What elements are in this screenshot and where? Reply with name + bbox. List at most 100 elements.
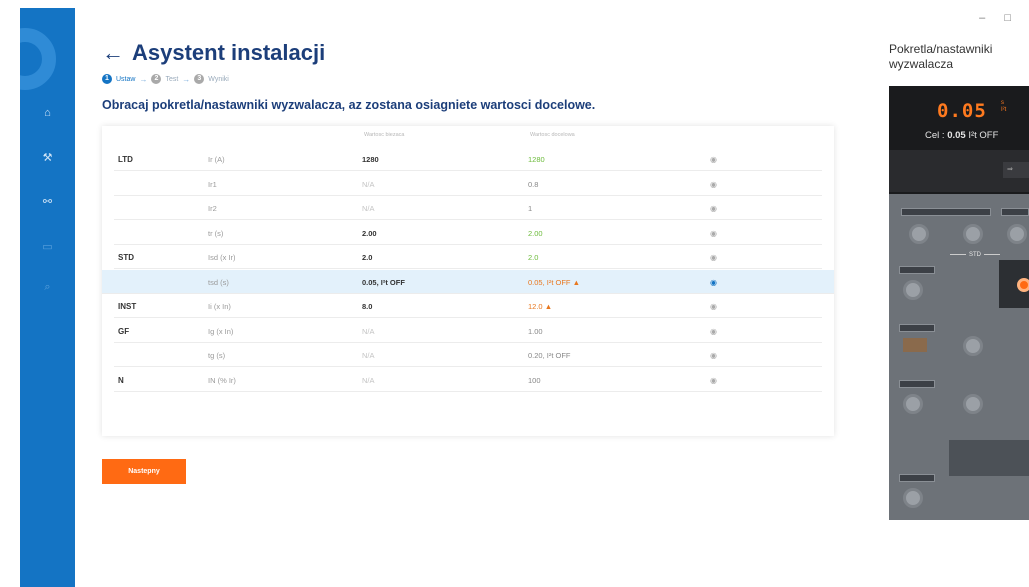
dial-knob [1007,224,1027,244]
row-target-value: 0.20, I²t OFF [528,351,571,360]
std-label: STD [947,252,1003,258]
row-group-label: INST [118,302,137,311]
back-arrow-icon[interactable]: ← [102,40,124,66]
eye-icon[interactable]: ◉ [710,327,717,336]
row-parameter: IN (% Ir) [208,375,236,385]
eye-icon[interactable]: ◉ [710,376,717,385]
row-group-label: LTD [118,155,133,164]
target-value-text: 2.0 [528,253,539,262]
dial-knob [963,224,983,244]
target-prefix: Cel : [925,130,948,141]
target-value-text: 1280 [528,155,545,164]
eye-icon[interactable]: ◉ [710,278,717,287]
active-dial-knob [1017,278,1029,292]
row-parameter: Isd (x Ir) [208,253,236,262]
app-window: ⌂ ⚒ ⚯ ▭ ⌕ – □ ← Asystent instalacji 1 Ustaw → 2… [0,0,1029,587]
table-row[interactable]: INST Ii (x In) 8.0 12.0 ▲ ◉ [114,294,822,318]
row-current-value: N/A [362,326,375,336]
target-value-text: 0.05, I²t OFF [528,277,571,287]
eye-icon[interactable]: ◉ [710,302,717,311]
target-value-text: 12.0 [528,302,543,311]
column-header-target: Wartosc docelowa [530,132,575,138]
row-current-value: N/A [362,204,375,213]
table-row[interactable]: GF Ig (x In) N/A 1.00 ◉ [114,319,822,343]
readout-unit-bottom: I²t [1001,107,1007,113]
row-target-value: 12.0 ▲ [528,302,552,311]
minimize-button[interactable]: – [979,12,993,24]
row-parameter: Ig (x In) [208,326,234,336]
step-2-label: Test [165,75,179,83]
target-value-text: 1.00 [528,326,543,336]
readout-unit: s I²t [1001,100,1006,114]
trip-unit-faceplate: STD [889,194,1029,520]
step-2-number: 2 [151,74,162,84]
step-arrow-icon: → [182,74,191,84]
dial-knob [909,224,929,244]
target-readout: Cel : 0.05 I²t OFF [925,130,998,141]
settings-table: Wartosc biezaca Wartosc docelowa LTD Ir (… [102,126,834,436]
row-current-value: 8.0 [362,302,373,311]
row-current-value: 0.05, I²t OFF [362,277,405,287]
row-target-value: 100 [528,376,541,385]
table-row[interactable]: Ir2 N/A 1 ◉ [114,196,822,220]
home-icon[interactable]: ⌂ [20,105,75,121]
restore-button[interactable]: □ [1004,12,1019,24]
step-indicator: 1 Ustaw → 2 Test → 3 Wyniki [102,74,229,84]
eye-icon[interactable]: ◉ [710,253,717,262]
step-arrow-icon: → [139,74,148,84]
search-icon[interactable]: ⌕ [20,279,75,295]
row-target-value: 1 [528,204,532,213]
target-suffix: I²t OFF [965,130,999,141]
step-3-number: 3 [194,74,205,84]
target-value-text: 0.8 [528,179,539,189]
window-controls: – □ [979,12,1019,24]
tool-icon[interactable]: ▭ [20,239,75,255]
trip-unit-display: 0.05 s I²t Cel : 0.05 I²t OFF ⇒ [889,86,1029,194]
row-current-value: N/A [362,351,375,360]
page-title: Asystent instalacji [132,40,326,65]
table-row[interactable]: tr (s) 2.00 2.00 ◉ [114,221,822,245]
link-icon[interactable]: ⚯ [20,194,75,210]
table-row[interactable]: STD Isd (x Ir) 2.0 2.0 ◉ [114,245,822,269]
table-row[interactable]: LTD Ir (A) 1280 1280 ◉ [114,147,822,171]
row-group-label: GF [118,326,130,336]
eye-icon[interactable]: ◉ [710,180,717,189]
wrench-icon[interactable]: ⚒ [20,150,75,166]
sidebar: ⌂ ⚒ ⚯ ▭ ⌕ [20,8,75,587]
row-target-value: 2.0 [528,253,538,262]
dial-knob [903,280,923,300]
warning-icon: ▲ [542,302,553,311]
eye-icon[interactable]: ◉ [710,204,717,213]
eye-icon[interactable]: ◉ [710,351,717,360]
page-header: ← Asystent instalacji [102,40,325,66]
step-1-number: 1 [102,74,112,84]
row-current-value: N/A [362,179,375,189]
row-group-label: STD [118,253,134,262]
row-target-value: 1.00 [528,327,543,336]
readout-unit-top: s [1001,100,1004,106]
step-3-label: Wyniki [208,75,229,83]
target-value: 0.05 [947,130,966,141]
row-current-value: 2.00 [362,228,377,238]
row-target-value: 2.00 [528,229,543,238]
warning-icon: ▲ [570,277,581,287]
target-value-text: 1 [528,204,533,213]
row-current-value: 1280 [362,155,379,164]
eye-icon[interactable]: ◉ [710,229,717,238]
row-parameter: tr (s) [208,228,224,238]
eye-icon[interactable]: ◉ [710,155,717,164]
target-value-text: 100 [528,375,541,385]
row-parameter: tsd (s) [208,277,229,287]
table-row[interactable]: N IN (% Ir) N/A 100 ◉ [114,368,822,392]
table-row[interactable]: tsd (s) 0.05, I²t OFF 0.05, I²t OFF ▲ ◉ [102,269,834,294]
readout-value: 0.05 [937,100,987,122]
table-row[interactable]: tg (s) N/A 0.20, I²t OFF ◉ [114,343,822,367]
dial-knob [963,336,983,356]
trip-unit-image: 0.05 s I²t Cel : 0.05 I²t OFF ⇒ STD [889,86,1029,520]
row-group-label: N [118,375,124,385]
target-value-text: 0.20, I²t OFF [528,351,571,360]
row-target-value: 0.8 [528,180,538,189]
table-row[interactable]: Ir1 N/A 0.8 ◉ [114,172,822,196]
next-button[interactable]: Nastepny [102,459,186,484]
row-parameter: tg (s) [208,351,226,360]
